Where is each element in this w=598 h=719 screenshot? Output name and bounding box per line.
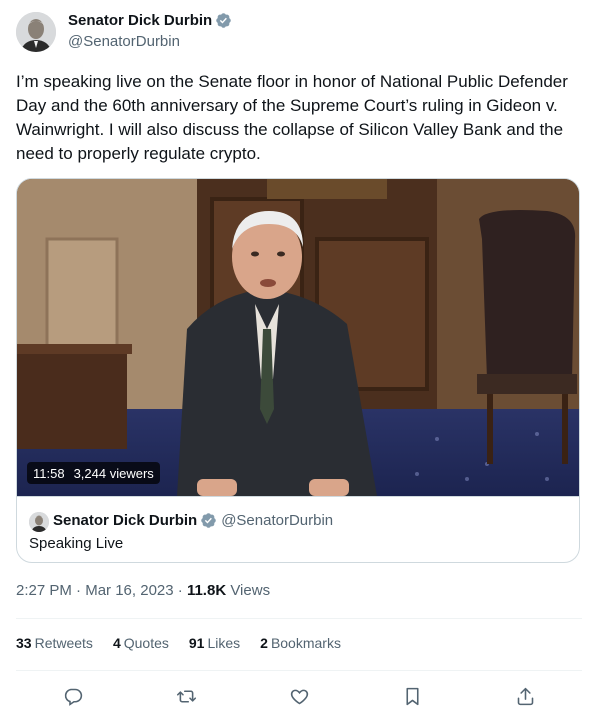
retweet-button[interactable] xyxy=(173,683,199,709)
broadcast-card-footer[interactable]: Senator Dick Durbin @SenatorDurbin Speak… xyxy=(17,496,579,562)
verified-badge-icon xyxy=(200,512,217,529)
bookmark-icon xyxy=(405,687,419,705)
media-card[interactable]: 11:58 3,244 viewers Senator Dick Durbin xyxy=(16,178,580,563)
card-author-row: Senator Dick Durbin @SenatorDurbin xyxy=(53,512,333,529)
author-name-row[interactable]: Senator Dick Durbin xyxy=(68,12,232,29)
video-frame xyxy=(17,179,579,496)
post-date[interactable]: Mar 16, 2023 xyxy=(85,582,173,599)
card-display-name: Senator Dick Durbin xyxy=(53,512,198,529)
avatar[interactable] xyxy=(16,12,56,52)
author-handle[interactable]: @SenatorDurbin xyxy=(68,33,180,50)
stat-count: 2 xyxy=(260,635,268,651)
tweet-meta: 2:27 PM · Mar 16, 2023 · 11.8K Views xyxy=(16,582,270,599)
meta-separator: · xyxy=(76,582,82,599)
verified-badge-icon xyxy=(215,12,232,29)
retweet-icon xyxy=(176,689,196,703)
card-avatar xyxy=(29,512,49,532)
views-label: Views xyxy=(230,582,271,599)
viewer-count: 3,244 viewers xyxy=(73,465,154,481)
share-icon xyxy=(517,687,533,705)
card-handle: @SenatorDurbin xyxy=(221,512,334,529)
stat-likes[interactable]: 91 Likes xyxy=(189,635,240,651)
bookmark-button[interactable] xyxy=(399,683,425,709)
stat-count: 4 xyxy=(112,635,121,651)
stat-count: 33 xyxy=(16,635,32,651)
stat-label: Likes xyxy=(207,635,241,651)
views-count: 11.8K xyxy=(186,582,227,599)
elapsed-time: 11:58 xyxy=(33,465,65,481)
live-viewers-badge: 11:58 3,244 viewers xyxy=(27,462,160,484)
stat-quotes[interactable]: 4 Quotes xyxy=(113,635,169,651)
broadcast-status: Speaking Live xyxy=(29,535,124,552)
reply-icon xyxy=(64,688,82,706)
engagement-stats: 33 Retweets 4 Quotes 91 Likes 2 Bookmarks xyxy=(16,635,361,651)
stat-bookmarks[interactable]: 2 Bookmarks xyxy=(260,635,341,651)
stat-label: Quotes xyxy=(123,635,169,651)
like-icon xyxy=(290,689,308,704)
video-player[interactable]: 11:58 3,244 viewers xyxy=(17,179,579,496)
stat-label: Bookmarks xyxy=(270,635,341,651)
stat-label: Retweets xyxy=(34,635,93,651)
divider xyxy=(16,618,582,619)
reply-button[interactable] xyxy=(60,683,86,709)
stat-retweets[interactable]: 33 Retweets xyxy=(16,635,93,651)
like-button[interactable] xyxy=(286,683,312,709)
stat-count: 91 xyxy=(188,635,205,651)
share-button[interactable] xyxy=(512,683,538,709)
author-display-name[interactable]: Senator Dick Durbin xyxy=(68,12,212,29)
action-bar xyxy=(60,683,540,709)
divider xyxy=(16,670,582,671)
meta-separator: · xyxy=(177,582,183,599)
tweet-text: I’m speaking live on the Senate floor in… xyxy=(16,72,568,163)
tweet: Senator Dick Durbin @SenatorDurbin I’m s… xyxy=(0,0,598,719)
post-time[interactable]: 2:27 PM xyxy=(16,582,72,599)
